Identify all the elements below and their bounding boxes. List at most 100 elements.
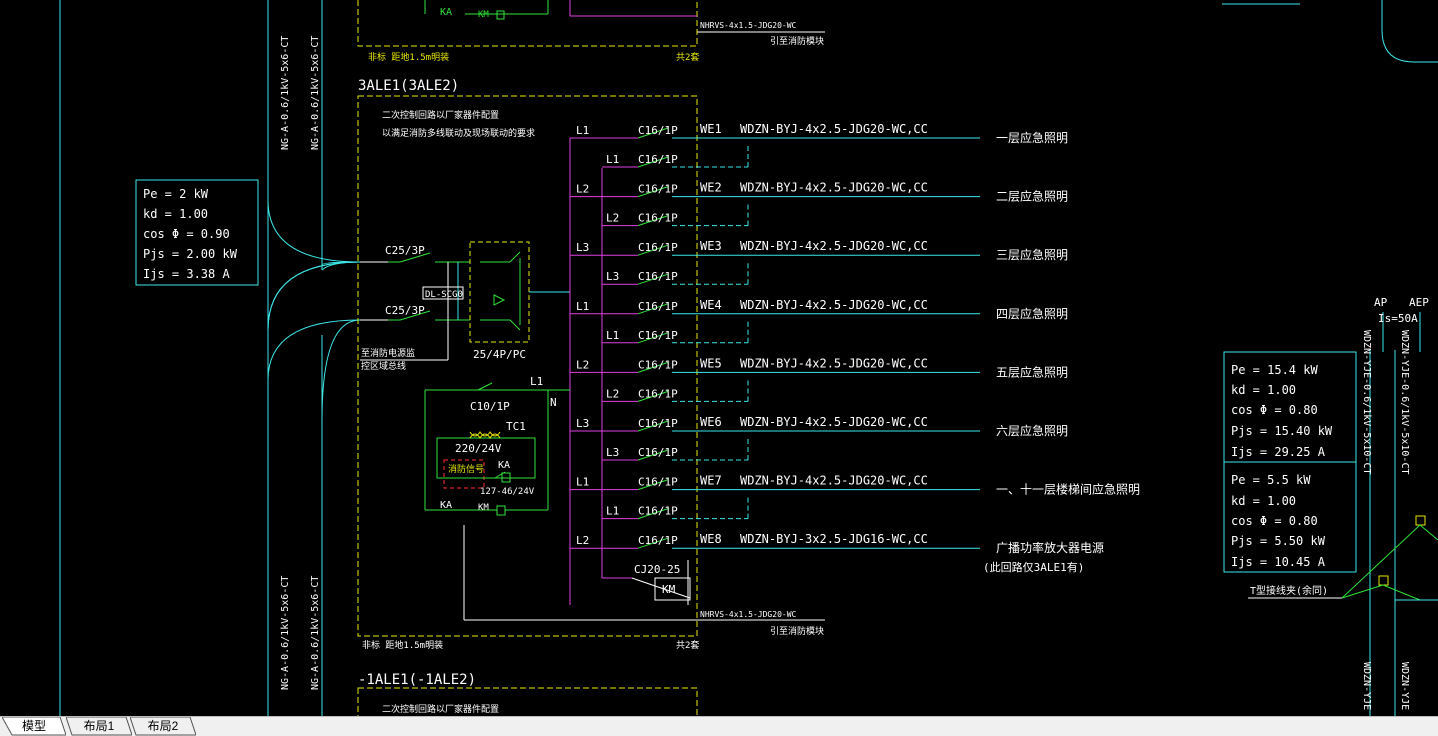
circuits-layer: L1 C16/1P WE1 WDZN-BYJ-4x2.5-JDG20-WC,CC 一层应…: [570, 122, 1140, 555]
svg-text:引至消防模块: 引至消防模块: [770, 35, 824, 47]
phase-label: L2: [576, 183, 589, 196]
phase-label: L1: [576, 124, 589, 137]
svg-text:共2套: 共2套: [676, 639, 699, 651]
circuit-id: WE1: [700, 122, 722, 136]
svg-text:127-46/24V: 127-46/24V: [480, 487, 535, 497]
svg-text:AP: AP: [1374, 296, 1388, 309]
circuit-cable: WDZN-BYJ-4x2.5-JDG20-WC,CC: [740, 122, 928, 136]
phase-label: L3: [576, 241, 589, 254]
tab-layout2[interactable]: 布局2: [130, 717, 196, 736]
svg-text:C10/1P: C10/1P: [470, 400, 510, 413]
svg-text:Pe = 15.4 kW: Pe = 15.4 kW: [1231, 363, 1318, 377]
circuit-destination: 三层应急照明: [996, 247, 1068, 262]
svg-text:N: N: [550, 396, 557, 409]
tab-layout1[interactable]: 布局1: [66, 717, 132, 736]
svg-text:T型接线夹(余同): T型接线夹(余同): [1250, 584, 1328, 597]
svg-text:KM: KM: [478, 503, 489, 513]
svg-text:WDZN-YJE: WDZN-YJE: [1399, 662, 1410, 710]
circuit-cable: WDZN-BYJ-4x2.5-JDG20-WC,CC: [740, 181, 928, 195]
svg-text:NG-A-0.6/1kV-5x6-CT: NG-A-0.6/1kV-5x6-CT: [310, 576, 321, 690]
svg-text:控区域总线: 控区域总线: [361, 360, 406, 372]
svg-text:Ijs = 10.45 A: Ijs = 10.45 A: [1231, 555, 1326, 569]
breaker-label: C16/1P: [638, 300, 678, 313]
breaker-label: C16/1P: [638, 153, 678, 166]
phase-label: L3: [606, 270, 619, 283]
svg-text:NG-A-0.6/1kV-5x6-CT: NG-A-0.6/1kV-5x6-CT: [310, 36, 321, 150]
svg-text:共2套: 共2套: [676, 51, 699, 63]
breaker-label: C16/1P: [638, 446, 678, 459]
circuit-destination: 六层应急照明: [996, 423, 1068, 438]
svg-text:cos Φ = 0.90: cos Φ = 0.90: [143, 227, 230, 241]
svg-text:非标 距地1.5m明装: 非标 距地1.5m明装: [362, 639, 443, 651]
svg-text:L1: L1: [530, 375, 543, 388]
svg-text:WDZN-YJE: WDZN-YJE: [1361, 662, 1372, 710]
svg-text:WDZN-YJE-0.6/1kV-5x10-CT: WDZN-YJE-0.6/1kV-5x10-CT: [1361, 330, 1372, 475]
svg-text:(此回路仅3ALE1有): (此回路仅3ALE1有): [983, 560, 1084, 574]
load-pe: Pe = 2 kW: [143, 187, 209, 201]
panel-title: 3ALE1(3ALE2): [358, 78, 459, 94]
breaker-label: C16/1P: [638, 183, 678, 196]
circuit-cable: WDZN-BYJ-4x2.5-JDG20-WC,CC: [740, 415, 928, 429]
breaker-label: C16/1P: [638, 505, 678, 518]
breaker-label: C16/1P: [638, 534, 678, 547]
breaker-label: C16/1P: [638, 124, 678, 137]
circuit-id: WE8: [700, 532, 722, 546]
circuit-destination: 一、十一层楼梯间应急照明: [996, 482, 1140, 497]
cad-application: L1 C16/1P WE1 WDZN-BYJ-4x2.5-JDG20-WC,CC 一层应…: [0, 0, 1438, 736]
circuit-id: WE7: [700, 474, 722, 488]
svg-text:NG-A-0.6/1kV-5x6-CT: NG-A-0.6/1kV-5x6-CT: [280, 36, 291, 150]
svg-text:C25/3P: C25/3P: [385, 304, 425, 317]
phase-label: L1: [576, 300, 589, 313]
circuit-id: WE5: [700, 356, 722, 370]
svg-text:Pjs = 5.50 kW: Pjs = 5.50 kW: [1231, 534, 1326, 548]
svg-text:CJ20-25: CJ20-25: [634, 563, 680, 576]
circuit-cable: WDZN-BYJ-3x2.5-JDG16-WC,CC: [740, 532, 928, 546]
breaker-label: C16/1P: [638, 358, 678, 371]
breaker-label: C16/1P: [638, 417, 678, 430]
circuit-destination: 五层应急照明: [996, 364, 1068, 379]
drawing-canvas[interactable]: L1 C16/1P WE1 WDZN-BYJ-4x2.5-JDG20-WC,CC 一层应…: [0, 0, 1438, 716]
svg-text:消防信号: 消防信号: [448, 463, 484, 475]
circuit-cable: WDZN-BYJ-4x2.5-JDG20-WC,CC: [740, 239, 928, 253]
layout-tab-bar: 模型 布局1 布局2: [0, 716, 1438, 736]
phase-label: L1: [606, 329, 619, 342]
svg-text:Ijs = 29.25 A: Ijs = 29.25 A: [1231, 445, 1326, 459]
svg-text:KA: KA: [440, 500, 452, 511]
svg-text:NHRVS-4x1.5-JDG20-WC: NHRVS-4x1.5-JDG20-WC: [700, 21, 797, 30]
svg-text:25/4P/PC: 25/4P/PC: [473, 348, 526, 361]
bottom-panel-title: -1ALE1(-1ALE2): [358, 672, 476, 688]
phase-label: L2: [576, 534, 589, 547]
circuit-id: WE2: [700, 181, 722, 195]
phase-label: L1: [606, 505, 619, 518]
circuit-id: WE6: [700, 415, 722, 429]
svg-text:cos Φ = 0.80: cos Φ = 0.80: [1231, 514, 1318, 528]
breaker-label: C16/1P: [638, 270, 678, 283]
circuit-destination: 一层应急照明: [996, 130, 1068, 145]
svg-text:Pe = 5.5 kW: Pe = 5.5 kW: [1231, 473, 1311, 487]
top-note-left: 非标 距地1.5m明装: [368, 51, 449, 63]
svg-text:KM: KM: [662, 583, 676, 596]
breaker-label: C16/1P: [638, 329, 678, 342]
breaker-label: C16/1P: [638, 212, 678, 225]
circuit-destination: 四层应急照明: [996, 306, 1068, 321]
phase-label: L1: [606, 153, 619, 166]
svg-text:TC1: TC1: [506, 420, 526, 433]
svg-text:KA: KA: [498, 460, 510, 471]
svg-text:C25/3P: C25/3P: [385, 244, 425, 257]
svg-text:二次控制回路以厂家器件配置: 二次控制回路以厂家器件配置: [382, 109, 499, 121]
circuit-id: WE4: [700, 298, 722, 312]
svg-text:Ijs = 3.38 A: Ijs = 3.38 A: [143, 267, 230, 281]
svg-text:二次控制回路以厂家器件配置: 二次控制回路以厂家器件配置: [382, 703, 499, 715]
phase-label: L3: [576, 417, 589, 430]
tab-model[interactable]: 模型: [2, 717, 66, 736]
phase-label: L1: [576, 476, 589, 489]
svg-text:kd = 1.00: kd = 1.00: [1231, 494, 1296, 508]
breaker-label: C16/1P: [638, 387, 678, 400]
svg-text:Pjs = 2.00 kW: Pjs = 2.00 kW: [143, 247, 238, 261]
svg-text:至消防电源监: 至消防电源监: [361, 347, 415, 359]
circuit-destination: 广播功率放大器电源: [996, 540, 1104, 555]
svg-text:Pjs = 15.40 kW: Pjs = 15.40 kW: [1231, 424, 1333, 438]
circuit-cable: WDZN-BYJ-4x2.5-JDG20-WC,CC: [740, 298, 928, 312]
svg-text:Is=50A: Is=50A: [1378, 312, 1418, 325]
phase-label: L2: [606, 387, 619, 400]
